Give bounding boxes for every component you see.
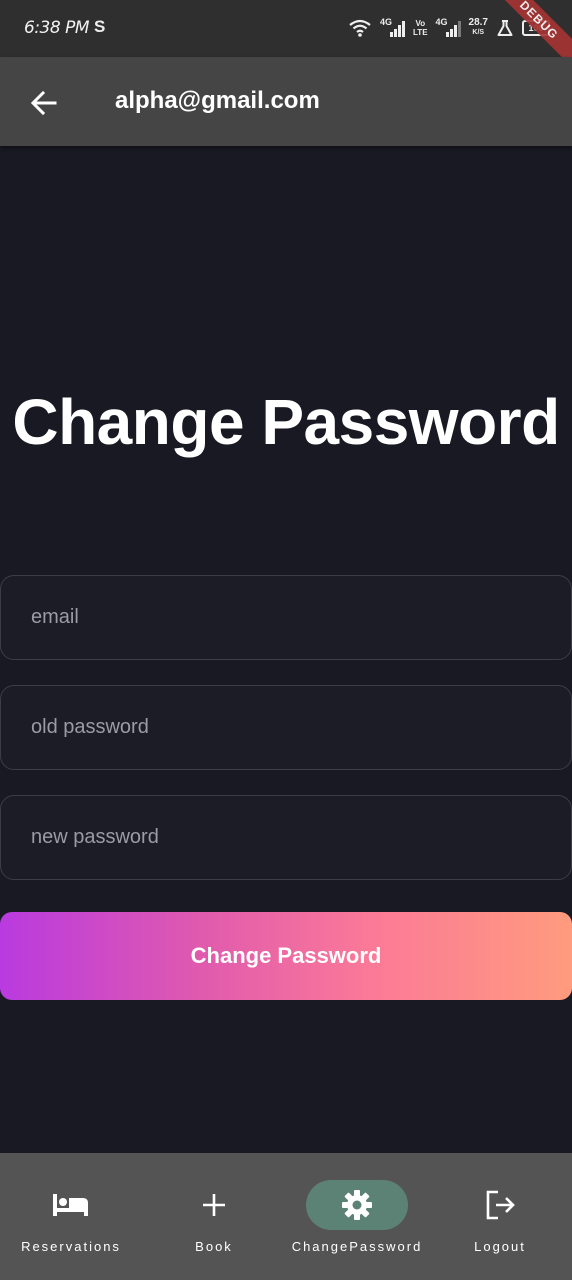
flask-icon bbox=[497, 20, 513, 36]
app-bar: alpha@gmail.com bbox=[0, 57, 572, 146]
nav-item-change-password[interactable]: ChangePassword bbox=[292, 1153, 420, 1280]
wifi-icon bbox=[349, 19, 371, 37]
nav-icon-container bbox=[163, 1180, 265, 1230]
back-button[interactable] bbox=[24, 83, 64, 123]
logout-icon bbox=[486, 1190, 515, 1220]
change-password-button[interactable]: Change Password bbox=[0, 912, 572, 1000]
app-bar-title: alpha@gmail.com bbox=[115, 87, 320, 114]
new-password-field[interactable] bbox=[0, 795, 572, 880]
volte-top: Vo bbox=[415, 19, 426, 28]
volte-bottom: LTE bbox=[413, 28, 428, 37]
arrow-left-icon bbox=[30, 90, 57, 116]
network-speed: 28.7 K/S bbox=[469, 18, 488, 38]
nav-label-book: Book bbox=[195, 1239, 233, 1254]
gear-icon bbox=[342, 1190, 372, 1220]
old-password-field[interactable] bbox=[0, 685, 572, 770]
nav-item-logout[interactable]: Logout bbox=[449, 1153, 551, 1280]
nav-icon-container bbox=[449, 1180, 551, 1230]
email-input[interactable] bbox=[31, 606, 571, 629]
nav-label-change-password: ChangePassword bbox=[291, 1239, 423, 1254]
page-title: Change Password bbox=[12, 386, 560, 458]
status-icons: 4G Vo LTE 4G 28.7 K/S 100 bbox=[348, 16, 550, 40]
speed-unit: K/S bbox=[472, 29, 485, 36]
speed-value: 28.7 bbox=[468, 17, 488, 28]
nav-label-logout: Logout bbox=[474, 1239, 526, 1254]
volte-icon: Vo LTE bbox=[413, 19, 428, 37]
email-field[interactable] bbox=[0, 575, 572, 660]
notification-icon: S bbox=[94, 17, 106, 36]
active-nav-indicator bbox=[306, 1180, 408, 1230]
network-type-label-2: 4G bbox=[435, 17, 448, 27]
signal-icon: 4G bbox=[380, 17, 406, 37]
old-password-input[interactable] bbox=[31, 716, 571, 739]
status-time: 6:38 PM bbox=[24, 18, 90, 38]
nav-item-book[interactable]: Book bbox=[163, 1153, 265, 1280]
nav-icon-container bbox=[20, 1180, 122, 1230]
nav-label-reservations: Reservations bbox=[21, 1239, 121, 1254]
plus-icon bbox=[203, 1194, 225, 1216]
network-type-label: 4G bbox=[380, 17, 393, 27]
screen: 6:38 PM S 4G Vo LTE 4G 28.7 K/S DEBUG al… bbox=[0, 0, 572, 1280]
bottom-nav: Reservations Book ChangePassword Logout bbox=[0, 1153, 572, 1280]
signal-icon-2: 4G bbox=[435, 17, 461, 37]
nav-item-reservations[interactable]: Reservations bbox=[20, 1153, 122, 1280]
bed-icon bbox=[53, 1194, 88, 1216]
status-bar: 6:38 PM S 4G Vo LTE 4G 28.7 K/S DEBUG bbox=[0, 0, 572, 81]
new-password-input[interactable] bbox=[31, 826, 571, 849]
